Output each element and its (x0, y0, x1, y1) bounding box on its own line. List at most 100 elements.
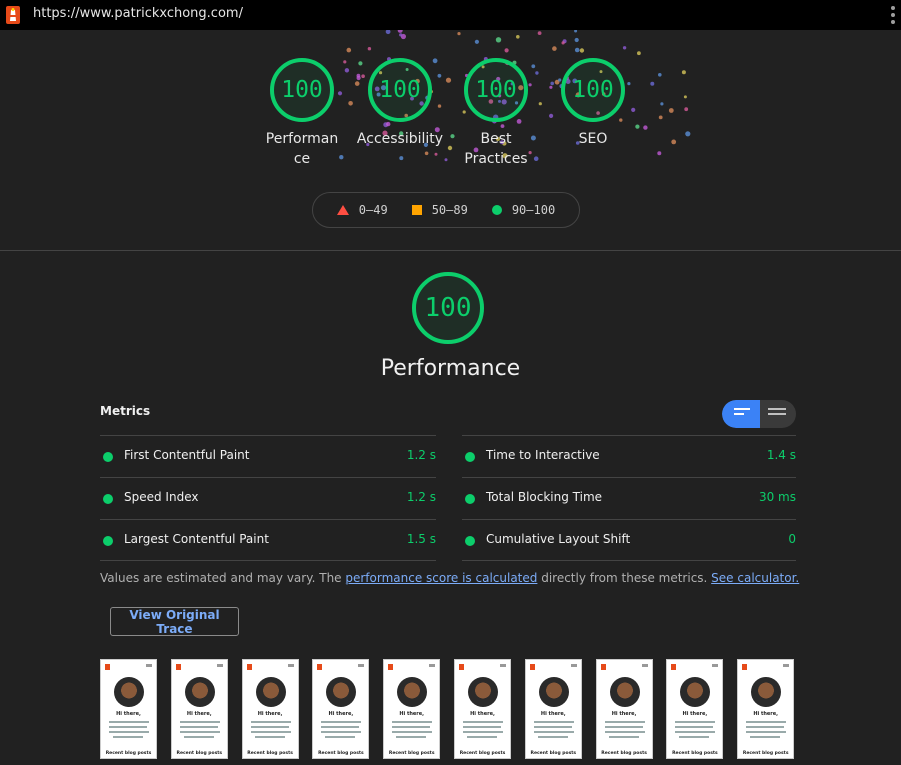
view-original-trace-button[interactable]: View Original Trace (110, 607, 239, 636)
frame-footer: Recent blog posts (105, 751, 152, 756)
frame-greeting: Hi there, (399, 711, 425, 717)
menu-icon (216, 664, 223, 667)
menu-icon (500, 664, 506, 667)
page-url[interactable]: https://www.patrickxchong.com/ (33, 6, 243, 21)
metrics-view-toggle[interactable] (722, 400, 796, 428)
avatar (680, 677, 711, 707)
more-options-icon[interactable] (891, 6, 895, 24)
lighthouse-icon (175, 664, 181, 670)
metric-name: Speed Index (124, 490, 199, 504)
expanded-view-icon[interactable] (768, 408, 786, 415)
gauge-ring: 100 (464, 58, 528, 122)
filmstrip-frame: Hi there, Recent blog posts (100, 659, 157, 759)
avatar (397, 677, 428, 707)
legend-fail: 0–49 (336, 203, 388, 217)
filmstrip-frame: Hi there, Recent blog posts (737, 659, 795, 759)
frame-footer: Recent blog posts (318, 751, 364, 756)
metric-speed-index: Speed Index 1.2 s (100, 477, 436, 519)
score-calculation-link[interactable]: performance score is calculated (345, 571, 537, 585)
filmstrip-frame: Hi there, Recent blog posts (454, 659, 511, 759)
lighthouse-icon (459, 664, 464, 670)
gauge-score: 100 (379, 77, 421, 103)
avatar (609, 677, 640, 707)
menu-icon (358, 664, 365, 667)
frame-greeting: Hi there, (540, 711, 566, 717)
avatar (114, 677, 144, 707)
metric-name: Cumulative Layout Shift (486, 532, 631, 546)
frame-footer: Recent blog posts (672, 751, 718, 756)
menu-icon (783, 664, 790, 667)
avatar (326, 677, 357, 707)
avatar (255, 677, 286, 707)
frame-greeting: Hi there, (753, 711, 779, 717)
metric-time-to-interactive: Time to Interactive 1.4 s (462, 435, 796, 477)
frame-greeting: Hi there, (611, 711, 637, 717)
filmstrip-frame: Hi there, Recent blog posts (383, 659, 441, 759)
metric-name: Total Blocking Time (486, 490, 603, 504)
pass-icon (103, 494, 113, 504)
frame-footer: Recent blog posts (742, 751, 789, 756)
legend-average-label: 50–89 (431, 203, 468, 217)
lighthouse-icon (246, 664, 252, 670)
menu-icon (287, 664, 294, 667)
metrics-heading: Metrics (100, 404, 151, 418)
gauge-best-practices[interactable]: 100 Best Practices (451, 58, 541, 169)
metric-value: 1.2 s (406, 490, 436, 504)
filmstrip-frame: Hi there, Recent blog posts (666, 659, 724, 759)
see-calculator-link[interactable]: See calculator. (711, 571, 799, 585)
performance-gauge: 100 (412, 272, 484, 344)
summary-view-icon (734, 408, 750, 415)
gauge-score: 100 (281, 77, 323, 103)
circle-icon (491, 205, 502, 215)
filmstrip-frame: Hi there, Recent blog posts (170, 659, 228, 759)
metric-cumulative-layout-shift: Cumulative Layout Shift 0 (462, 519, 796, 561)
menu-icon (429, 664, 436, 667)
triangle-icon (336, 205, 349, 215)
filmstrip-frame: Hi there, Recent blog posts (312, 659, 370, 759)
gauge-ring: 100 (561, 58, 625, 122)
menu-icon (570, 664, 577, 667)
metric-total-blocking-time: Total Blocking Time 30 ms (462, 477, 796, 519)
gauge-seo[interactable]: 100 SEO (548, 58, 638, 149)
gauge-ring: 100 (270, 58, 334, 122)
metric-name: First Contentful Paint (124, 448, 250, 462)
lighthouse-icon (317, 664, 323, 670)
pass-icon (465, 494, 475, 504)
collapsed-view-button[interactable] (722, 400, 760, 428)
metric-value: 1.5 s (406, 532, 436, 546)
metric-name: Largest Contentful Paint (124, 532, 269, 546)
frame-greeting: Hi there, (682, 711, 708, 717)
metric-largest-contentful-paint: Largest Contentful Paint 1.5 s (100, 519, 436, 561)
legend-pass: 90–100 (491, 203, 555, 217)
pass-icon (465, 452, 475, 462)
frame-footer: Recent blog posts (176, 751, 223, 756)
metric-value: 0 (788, 532, 796, 546)
gauge-performance[interactable]: 100 Performance (257, 58, 347, 169)
frame-footer: Recent blog posts (530, 751, 577, 756)
avatar (184, 677, 215, 707)
metric-value: 30 ms (758, 490, 796, 504)
metric-first-contentful-paint: First Contentful Paint 1.2 s (100, 435, 436, 477)
lighthouse-icon (388, 664, 394, 670)
gauge-label: Accessibility (356, 131, 444, 147)
avatar (751, 677, 782, 707)
note-middle: directly from these metrics. (537, 571, 712, 585)
metric-value: 1.2 s (406, 448, 436, 462)
gauge-accessibility[interactable]: 100 Accessibility (355, 58, 445, 149)
performance-score: 100 (424, 293, 472, 323)
section-divider (0, 250, 901, 251)
pass-icon (103, 536, 113, 546)
note-prefix: Values are estimated and may vary. The (100, 571, 346, 585)
metrics-column-left: First Contentful Paint 1.2 s Speed Index… (100, 435, 436, 561)
pass-icon (103, 452, 113, 462)
lighthouse-icon (600, 664, 606, 670)
frame-greeting: Hi there, (116, 711, 141, 717)
avatar (468, 677, 498, 707)
frame-greeting: Hi there, (186, 711, 212, 717)
gauge-ring: 100 (368, 58, 432, 122)
lighthouse-icon (6, 6, 20, 24)
filmstrip-frame: Hi there, Recent blog posts (524, 659, 582, 759)
frame-footer: Recent blog posts (601, 751, 647, 756)
performance-title: Performance (380, 356, 521, 381)
metric-value: 1.4 s (766, 448, 796, 462)
